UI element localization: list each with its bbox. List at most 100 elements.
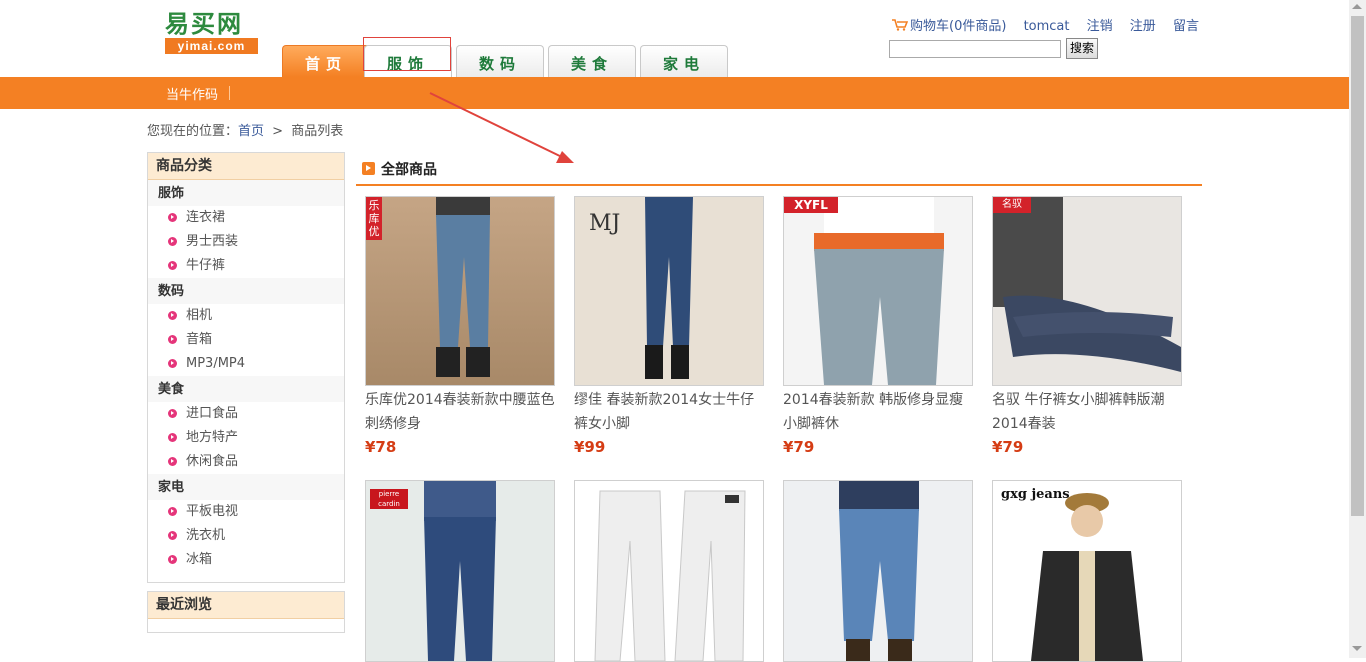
register-link[interactable]: 注册: [1130, 19, 1156, 34]
search-button[interactable]: 搜索: [1066, 38, 1098, 59]
product-badge: 名驭: [993, 197, 1031, 213]
breadcrumb-prefix: 您现在的位置：: [147, 124, 239, 139]
category-item[interactable]: 平板电视: [148, 500, 344, 524]
sub-nav-item[interactable]: 当牛作码: [166, 84, 218, 103]
jeans-image: [814, 197, 944, 385]
product-image[interactable]: [783, 480, 973, 662]
category-group-digital[interactable]: 数码: [148, 278, 344, 304]
product-image[interactable]: 名驭: [992, 196, 1182, 386]
model-image: [1031, 493, 1143, 661]
category-item[interactable]: 洗衣机: [148, 524, 344, 548]
search-input[interactable]: [889, 40, 1061, 58]
category-item[interactable]: 相机: [148, 304, 344, 328]
product-name[interactable]: 2014春装新款 韩版修身显瘦小脚裤休: [783, 388, 973, 436]
product-image[interactable]: 乐库优: [365, 196, 555, 386]
category-panel: 商品分类 服饰 连衣裙 男士西装 牛仔裤 数码 相机 音箱 MP3/MP4 美食…: [147, 152, 345, 583]
product-card[interactable]: pierre cardin: [365, 480, 555, 662]
tab-food[interactable]: 美食: [548, 45, 636, 77]
tab-digital[interactable]: 数码: [456, 45, 544, 77]
bullet-arrow-icon: [168, 457, 177, 466]
tab-appliances-label: 家电: [662, 55, 705, 73]
category-item-label: 音箱: [186, 332, 213, 347]
product-badge: pierre cardin: [370, 489, 408, 509]
jeans-image: [594, 490, 746, 661]
sub-nav-divider: [229, 86, 230, 100]
category-item-label: 地方特产: [186, 430, 239, 445]
category-item[interactable]: 牛仔裤: [148, 254, 344, 278]
product-name[interactable]: 乐库优2014春装新款中腰蓝色刺绣修身: [365, 388, 555, 436]
tab-home[interactable]: 首页: [282, 45, 370, 77]
jeans-image: [436, 197, 490, 377]
scrollbar-thumb[interactable]: [1351, 16, 1364, 516]
category-item[interactable]: 音箱: [148, 328, 344, 352]
category-item[interactable]: 连衣裙: [148, 206, 344, 230]
breadcrumb: 您现在的位置：首页 > 商品列表: [147, 120, 343, 139]
category-item[interactable]: 男士西装: [148, 230, 344, 254]
category-item-label: 男士西装: [186, 234, 239, 249]
bullet-arrow-icon: [168, 237, 177, 246]
bullet-arrow-icon: [168, 261, 177, 270]
category-item-label: 平板电视: [186, 504, 239, 519]
tab-clothing[interactable]: 服饰: [364, 45, 452, 77]
product-card[interactable]: [574, 480, 764, 662]
category-item[interactable]: 冰箱: [148, 548, 344, 572]
category-item-label: 牛仔裤: [186, 258, 226, 273]
product-price: ¥79: [783, 438, 815, 456]
product-price: ¥99: [574, 438, 606, 456]
tab-home-label: 首页: [304, 55, 347, 73]
tab-digital-label: 数码: [478, 55, 521, 73]
jeans-image: [993, 197, 1181, 372]
top-links: 购物车(0件商品) tomcat 注销 注册 留言: [892, 15, 1212, 34]
bullet-arrow-icon: [168, 433, 177, 442]
category-item-label: 相机: [186, 308, 213, 323]
bullet-arrow-icon: [168, 409, 177, 418]
category-group-food[interactable]: 美食: [148, 376, 344, 402]
section-title-label: 全部商品: [381, 162, 437, 178]
category-item-label: 冰箱: [186, 552, 213, 567]
product-image[interactable]: gxg jeans: [992, 480, 1182, 662]
category-group-appliances[interactable]: 家电: [148, 474, 344, 500]
product-name[interactable]: 名驭 牛仔裤女小脚裤韩版潮2014春装: [992, 388, 1182, 436]
logout-link[interactable]: 注销: [1087, 19, 1113, 34]
product-image[interactable]: MJ: [574, 196, 764, 386]
product-card[interactable]: MJ 缪佳 春装新款2014女士牛仔裤女小脚 ¥99: [574, 196, 764, 456]
category-item[interactable]: MP3/MP4: [148, 352, 344, 376]
cart-link-label: 购物车(0件商品): [910, 19, 1007, 34]
cart-link[interactable]: 购物车(0件商品): [892, 19, 1011, 34]
product-image[interactable]: XYFL: [783, 196, 973, 386]
product-name[interactable]: 缪佳 春装新款2014女士牛仔裤女小脚: [574, 388, 764, 436]
product-card[interactable]: 乐库优 乐库优2014春装新款中腰蓝色刺绣修身 ¥78: [365, 196, 555, 456]
category-item[interactable]: 进口食品: [148, 402, 344, 426]
product-card[interactable]: 名驭 名驭 牛仔裤女小脚裤韩版潮2014春装 ¥79: [992, 196, 1182, 456]
scroll-down-arrow-icon[interactable]: [1352, 646, 1362, 651]
bullet-arrow-icon: [168, 213, 177, 222]
category-item[interactable]: 休闲食品: [148, 450, 344, 474]
category-panel-title: 商品分类: [148, 153, 344, 180]
scroll-up-arrow-icon[interactable]: [1352, 4, 1362, 9]
product-badge: XYFL: [784, 197, 838, 213]
product-image[interactable]: [574, 480, 764, 662]
category-group-clothing[interactable]: 服饰: [148, 180, 344, 206]
product-price: ¥79: [992, 438, 1024, 456]
product-card[interactable]: [783, 480, 973, 662]
message-link[interactable]: 留言: [1173, 19, 1199, 34]
product-card[interactable]: gxg jeans: [992, 480, 1182, 662]
category-item-label: MP3/MP4: [186, 356, 246, 371]
user-link[interactable]: tomcat: [1024, 19, 1070, 34]
logo-text-cn: 易买网: [165, 9, 243, 38]
logo-text-en: yimai.com: [165, 38, 258, 54]
site-logo[interactable]: 易买网 yimai.com: [165, 10, 260, 60]
category-item-label: 休闲食品: [186, 454, 239, 469]
product-image[interactable]: pierre cardin: [365, 480, 555, 662]
category-item-label: 进口食品: [186, 406, 239, 421]
product-card[interactable]: XYFL 2014春装新款 韩版修身显瘦小脚裤休 ¥79: [783, 196, 973, 456]
section-arrow-icon: [362, 162, 375, 175]
product-badge: MJ: [589, 211, 621, 236]
breadcrumb-home-link[interactable]: 首页: [238, 124, 264, 139]
tab-appliances[interactable]: 家电: [640, 45, 728, 77]
category-item-label: 连衣裙: [186, 210, 226, 225]
tab-clothing-label: 服饰: [386, 55, 429, 73]
category-item-label: 洗衣机: [186, 528, 226, 543]
product-badge: gxg jeans: [1001, 487, 1070, 502]
category-item[interactable]: 地方特产: [148, 426, 344, 450]
